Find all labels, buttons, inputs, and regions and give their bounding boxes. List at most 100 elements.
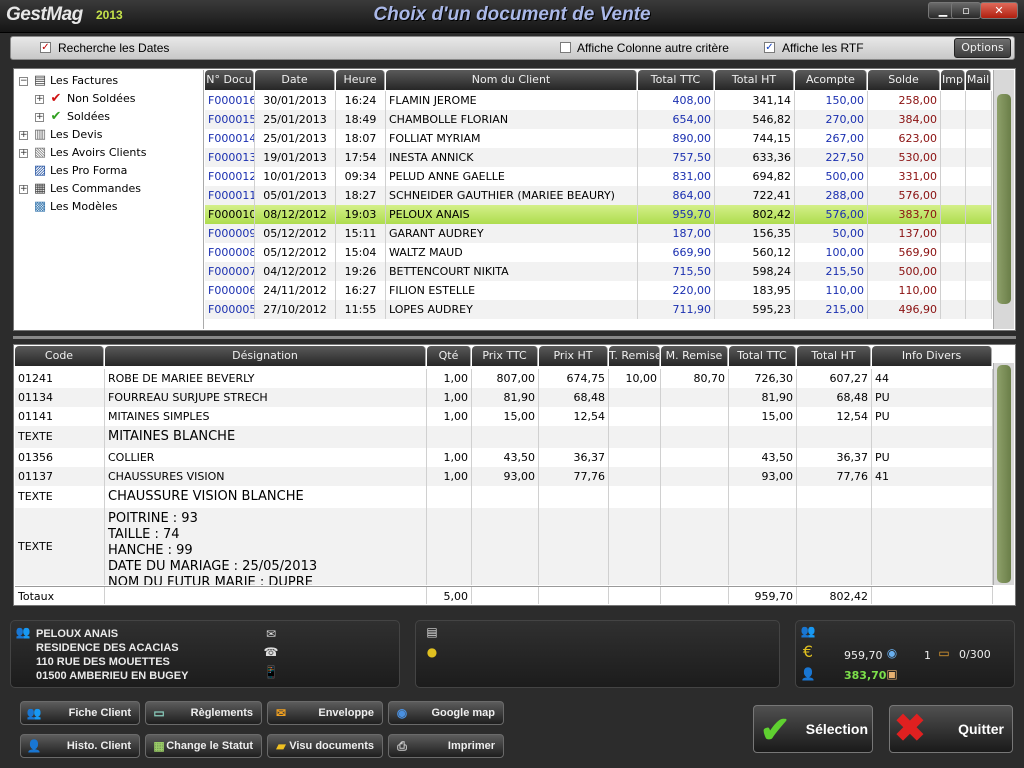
column-header[interactable]: Total TTC	[729, 346, 796, 366]
document-row[interactable]: F000012 10/01/2013 09:34 PELUD ANNE GAELLE 8…	[205, 167, 992, 186]
cell-heure: 19:03	[336, 205, 386, 224]
document-row[interactable]: F000007 04/12/2012 19:26 BETTENCOURT NIKITA…	[205, 262, 992, 281]
cell-acompte: 576,00	[795, 205, 868, 224]
close-button[interactable]: ✕	[980, 2, 1018, 19]
column-header[interactable]: Total HT	[797, 346, 871, 366]
line-row[interactable]: 01141 MITAINES SIMPLES 1,00 15,00 12,54 15,00…	[15, 407, 993, 426]
document-row[interactable]: F000008 05/12/2012 15:04 WALTZ MAUD 669,90 56…	[205, 243, 992, 262]
line-row[interactable]: 01241 ROBE DE MARIEE BEVERLY 1,00 807,00 674…	[15, 369, 993, 388]
autre-critere-checkbox[interactable]	[560, 42, 571, 53]
cell-ht: 802,42	[715, 205, 795, 224]
cell-t_remise	[609, 486, 661, 508]
column-header[interactable]: Nom du Client	[386, 70, 637, 90]
panel-splitter[interactable]	[13, 336, 1016, 339]
folder-icon: ▰	[276, 739, 286, 753]
tree-expander[interactable]: +	[19, 149, 28, 158]
column-header[interactable]: Date	[255, 70, 335, 90]
documents-scroll-thumb[interactable]	[997, 94, 1011, 304]
histo-client-button[interactable]: 👤 Histo. Client	[20, 734, 140, 758]
reglements-button[interactable]: ▭ Règlements	[145, 701, 262, 725]
selection-button[interactable]: ✔ Sélection	[753, 705, 873, 753]
google-map-button[interactable]: ◉ Google map	[388, 701, 504, 725]
document-row[interactable]: F000014 25/01/2013 18:07 FOLLIAT MYRIAM 890,…	[205, 129, 992, 148]
quitter-button[interactable]: ✖ Quitter	[889, 705, 1013, 753]
column-header[interactable]: Désignation	[105, 346, 426, 366]
line-row[interactable]: TEXTE POITRINE : 93 TAILLE : 74 HANCHE : 99…	[15, 508, 993, 585]
column-header[interactable]: Imp	[941, 70, 965, 90]
tree-item-label[interactable]: Soldées	[67, 108, 110, 126]
cell-empty	[966, 186, 992, 205]
cell-empty	[966, 167, 992, 186]
column-header[interactable]: Prix TTC	[472, 346, 538, 366]
column-header[interactable]: Qté	[427, 346, 471, 366]
document-row[interactable]: F000011 05/01/2013 18:27 SCHNEIDER GAUTHIER…	[205, 186, 992, 205]
column-header[interactable]: Total HT	[715, 70, 794, 90]
cell-total_ttc: 15,00	[729, 407, 797, 426]
column-header[interactable]: Acompte	[795, 70, 867, 90]
lines-scrollbar[interactable]	[993, 363, 1014, 585]
column-header[interactable]: Prix HT	[539, 346, 608, 366]
document-row[interactable]: F000009 05/12/2012 15:11 GARANT AUDREY 187,0…	[205, 224, 992, 243]
envelope-small-icon[interactable]: ✉	[263, 627, 279, 641]
tree-expander[interactable]: +	[35, 113, 44, 122]
column-header[interactable]: Solde	[868, 70, 940, 90]
recherche-dates-checkbox[interactable]: ✓	[40, 42, 51, 53]
envelope-icon: ✉	[275, 706, 287, 720]
document-row[interactable]: F000010 08/12/2012 19:03 PELOUX ANAIS 959,70…	[205, 205, 992, 224]
imprimer-button[interactable]: ⎙ Imprimer	[388, 734, 504, 758]
cell-ht: 183,95	[715, 281, 795, 300]
options-button[interactable]: Options	[954, 38, 1011, 58]
cell-empty	[941, 262, 966, 281]
tree-item-label[interactable]: Les Pro Forma	[50, 162, 127, 180]
line-row[interactable]: 01137 CHAUSSURES VISION 1,00 93,00 77,76 93,0…	[15, 467, 993, 486]
designation-line: NOM DU FUTUR MARIE : DUPRE	[108, 575, 314, 585]
document-row[interactable]: F000005 27/10/2012 11:55 LOPES AUDREY 711,90…	[205, 300, 992, 319]
line-row[interactable]: 01134 FOURREAU SURJUPE STRECH 1,00 81,90 68,…	[15, 388, 993, 407]
document-row[interactable]: F000013 19/01/2013 17:54 INESTA ANNICK 757,5…	[205, 148, 992, 167]
tree-expander[interactable]: +	[35, 95, 44, 104]
cell-total_ht: 607,27	[797, 369, 872, 388]
column-header[interactable]: N° Docu	[205, 70, 254, 90]
phone-icon[interactable]: ☎	[263, 645, 279, 659]
column-header[interactable]: Info Divers	[872, 346, 992, 366]
tree-item-label[interactable]: Les Commandes	[50, 180, 141, 198]
cell-empty	[966, 205, 992, 224]
line-row[interactable]: TEXTE CHAUSSURE VISION BLANCHE	[15, 486, 993, 508]
column-header[interactable]: T. Remise	[609, 346, 660, 366]
tree-item-label[interactable]: Les Factures	[50, 72, 118, 90]
enveloppe-button[interactable]: ✉ Enveloppe	[267, 701, 383, 725]
line-row[interactable]: 01356 COLLIER 1,00 43,50 36,37 43,50 36,37 PU	[15, 448, 993, 467]
tree-expander[interactable]: +	[19, 185, 28, 194]
fiche-client-button[interactable]: 👥 Fiche Client	[20, 701, 140, 725]
column-header[interactable]: Code	[15, 346, 104, 366]
cell-empty	[941, 91, 966, 110]
tree-expander[interactable]: −	[19, 77, 28, 86]
mobile-icon[interactable]: 📱	[263, 665, 279, 679]
cell-designation: CHAUSSURE VISION BLANCHE	[105, 486, 427, 508]
cell-date: 24/11/2012	[255, 281, 336, 300]
cell-empty	[966, 262, 992, 281]
restore-button[interactable]: ▫	[951, 2, 981, 19]
tree-expander[interactable]: +	[19, 131, 28, 140]
tree-item-label[interactable]: Les Devis	[50, 126, 102, 144]
lines-scroll-thumb[interactable]	[997, 365, 1011, 583]
change-statut-button[interactable]: ▦ Change le Statut	[145, 734, 262, 758]
cell-solde: 331,00	[868, 167, 941, 186]
cell-m_remise	[661, 448, 729, 467]
tree-item-label[interactable]: Non Soldées	[67, 90, 135, 108]
visu-documents-button[interactable]: ▰ Visu documents	[267, 734, 383, 758]
tree-item-label[interactable]: Les Avoirs Clients	[50, 144, 146, 162]
document-row[interactable]: F000006 24/11/2012 16:27 FILION ESTELLE 220,…	[205, 281, 992, 300]
cell-ttc: 890,00	[638, 129, 715, 148]
tree-item-label[interactable]: Les Modèles	[50, 198, 117, 216]
column-header[interactable]: Total TTC	[638, 70, 714, 90]
column-header[interactable]: Heure	[336, 70, 385, 90]
line-row[interactable]: TEXTE MITAINES BLANCHE	[15, 426, 993, 448]
documents-scrollbar[interactable]	[993, 70, 1014, 329]
cell-prix_ht: 77,76	[539, 467, 609, 486]
column-header[interactable]: Mail	[966, 70, 991, 90]
column-header[interactable]: M. Remise	[661, 346, 728, 366]
document-row[interactable]: F000016 30/01/2013 16:24 FLAMIN JEROME 408,0…	[205, 91, 992, 110]
document-row[interactable]: F000015 25/01/2013 18:49 CHAMBOLLE FLORIAN 6…	[205, 110, 992, 129]
affiche-rtf-checkbox[interactable]: ✓	[764, 42, 775, 53]
